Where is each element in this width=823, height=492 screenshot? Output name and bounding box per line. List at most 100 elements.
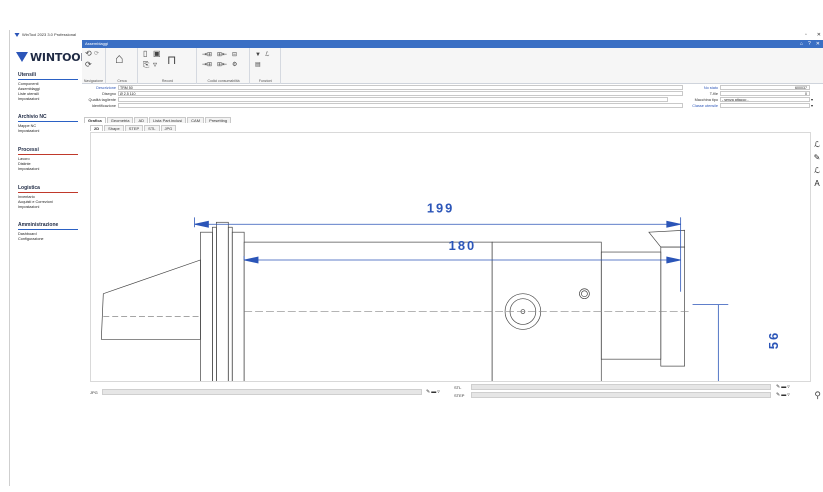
help-icon[interactable]: ? [808, 40, 811, 48]
measure-tool-icon[interactable]: ℒ [814, 140, 820, 149]
code-add-icon[interactable]: ⇥⊞ [202, 61, 212, 69]
descrizione-field[interactable]: TRM 50 [118, 85, 683, 90]
wintool-mark-icon [16, 52, 28, 62]
tab-lista-part-inclusi[interactable]: Lista Part.inclusi [149, 117, 187, 123]
no-stato-field[interactable]: 600037 [720, 85, 810, 90]
close-button[interactable]: ✕ [817, 30, 821, 40]
delete-icon[interactable]: ▿ [437, 389, 440, 395]
step-label: STEP [454, 393, 465, 398]
dimension-199: 199 [427, 200, 454, 215]
sidebar-section-amministrazione: Amministrazione Dashboard Configurazione [18, 222, 78, 242]
sidebar-section-utensili: Utensili Componenti Assemblaggi Liste ut… [18, 72, 78, 102]
tab-jpg[interactable]: JPG [160, 125, 177, 131]
tab-step[interactable]: STEP [124, 125, 144, 131]
sidebar-item-configurazione[interactable]: Configurazione [18, 237, 78, 242]
delete-icon[interactable]: ▿ [787, 384, 790, 390]
disegno-label: Disegno [102, 91, 116, 96]
ribbon-group-label: Codici consumabilità [207, 79, 240, 83]
step-file-field[interactable] [471, 392, 771, 398]
disegno-field[interactable]: Ø 2.5 110 [118, 91, 683, 96]
macchina-tipo-label: Macchina tipo [694, 97, 718, 102]
filter-icon[interactable]: ▼ [255, 51, 261, 59]
ribbon-toolbar: ⟲ ⟳ ⟳ Navigazione ⌂ Cerca ▯ ▣ ⎘ ▿ ⊓ Reco… [82, 48, 823, 84]
t-file-label: T-file [709, 91, 718, 96]
stl-file-field[interactable] [471, 384, 771, 390]
dropdown-arrow-icon[interactable]: ▾ [811, 97, 813, 102]
file-attachments: JPG ✎ ▬ ▿ STL ✎ ▬ ▿ STEP ✎ ▬ ▿ [90, 384, 821, 414]
identificazione-label: Identificazione [91, 103, 116, 108]
tab-presetting[interactable]: Presetting [205, 117, 232, 123]
refresh-icon[interactable]: ⟳ [85, 61, 92, 69]
tab-stl[interactable]: STL [144, 125, 160, 131]
sidebar-section-archivio-nc: Archivio NC Mappe NC Impostazioni [18, 114, 78, 134]
sidebar-item-impostazioni[interactable]: Impostazioni [18, 167, 78, 172]
tab-grafica[interactable]: Grafica [84, 117, 106, 123]
descrizione-label: Descrizione [96, 85, 116, 90]
code-tool-icon[interactable]: ⚙ [232, 61, 237, 69]
home-icon[interactable]: ⌂ [115, 51, 123, 65]
no-stato-label: No stato [703, 85, 718, 90]
window-title: WinTool 2023 3.0 Professional [22, 32, 77, 37]
lock-icon[interactable]: ⊓ [167, 54, 176, 66]
measure-icon[interactable]: ℒ [265, 51, 269, 59]
ribbon-title: Assemblaggi [85, 41, 108, 46]
sidebar-item-impostazioni[interactable]: Impostazioni [18, 205, 78, 210]
sidebar-section-title: Amministrazione [18, 222, 78, 230]
edit-icon[interactable]: ✎ [426, 389, 430, 395]
code-edit-icon[interactable]: ⊟ [232, 51, 237, 59]
copy-icon[interactable]: ⎘ [143, 61, 149, 69]
classe-utensile-label: Classe utensile [692, 103, 718, 108]
sidebar-section-processi: Processi Lavoro Distinte Impostazioni [18, 147, 78, 172]
jpg-file-field[interactable] [102, 389, 422, 395]
save-icon[interactable]: ▣ [153, 50, 161, 58]
pencil-tool-icon[interactable]: ✎ [814, 153, 821, 162]
code-remove-icon[interactable]: ⊞⇤ [217, 61, 227, 69]
new-record-icon[interactable]: ▯ [143, 50, 147, 58]
forward-icon[interactable]: ⟳ [94, 50, 99, 58]
ribbon-group-funzioni: ▼ ℒ ▤ Funzioni [251, 48, 281, 84]
t-file-field[interactable]: 0 [720, 91, 810, 96]
brand-name: WINTOOL [30, 50, 88, 64]
close-icon[interactable]: ✕ [816, 40, 820, 48]
drawing-canvas[interactable]: 199 180 [90, 132, 811, 443]
sidebar-item-impostazioni[interactable]: Impostazioni [18, 129, 78, 134]
qualita-tagliente-field[interactable] [118, 97, 668, 102]
back-icon[interactable]: ⟲ [85, 50, 92, 58]
ribbon-group-cerca: ⌂ Cerca [107, 48, 138, 84]
save-icon[interactable]: ▬ [781, 392, 786, 398]
code-export-icon[interactable]: ⊞⇤ [217, 51, 227, 59]
edit-icon[interactable]: ✎ [776, 384, 780, 390]
ribbon-header: Assemblaggi ⌂ ? ✕ [82, 40, 823, 48]
report-icon[interactable]: ▤ [255, 61, 261, 69]
code-import-icon[interactable]: ⇥⊞ [202, 51, 212, 59]
tab-ad[interactable]: AD [134, 117, 149, 123]
main-tabs: Grafica Geometria AD Lista Part.inclusi … [84, 117, 232, 123]
ribbon-group-label: Navigazione [83, 79, 104, 83]
tab-shape[interactable]: Shape [104, 125, 124, 131]
tab-geometria[interactable]: Geometria [106, 117, 134, 123]
delete-icon[interactable]: ▿ [787, 392, 790, 398]
edit-icon[interactable]: ✎ [776, 392, 780, 398]
save-icon[interactable]: ▬ [431, 389, 436, 395]
sidebar-item-impostazioni[interactable]: Impostazioni [18, 97, 78, 102]
stl-label: STL [454, 385, 462, 390]
tab-cam[interactable]: CAM [187, 117, 205, 123]
save-icon[interactable]: ▬ [781, 384, 786, 390]
measure-tool-icon[interactable]: ℒ [814, 166, 820, 175]
wintool-logo-icon [14, 33, 20, 37]
text-tool-icon[interactable]: A [814, 179, 819, 188]
macchina-tipo-select[interactable]: - senza attacco - [720, 97, 810, 102]
search-icon[interactable]: ⚲ [814, 390, 821, 401]
home-icon[interactable]: ⌂ [800, 40, 803, 48]
dropdown-arrow-icon[interactable]: ▾ [811, 103, 813, 108]
maximize-button[interactable]: ▫ [805, 30, 807, 40]
title-bar: WinTool 2023 3.0 Professional ▫ ✕ [10, 30, 823, 40]
identificazione-field[interactable] [118, 103, 683, 108]
main-panel: Assemblaggi ⌂ ? ✕ ⟲ ⟳ ⟳ Navigazione ⌂ Ce… [82, 40, 823, 486]
application-window: WinTool 2023 3.0 Professional ▫ ✕ WINTOO… [9, 30, 823, 486]
classe-utensile-select[interactable] [720, 103, 810, 108]
delete-icon[interactable]: ▿ [153, 61, 157, 69]
tab-2d[interactable]: 2D [90, 125, 104, 131]
ribbon-group-label: Funzioni [258, 79, 273, 83]
sidebar: WINTOOL Utensili Componenti Assemblaggi … [10, 40, 87, 486]
